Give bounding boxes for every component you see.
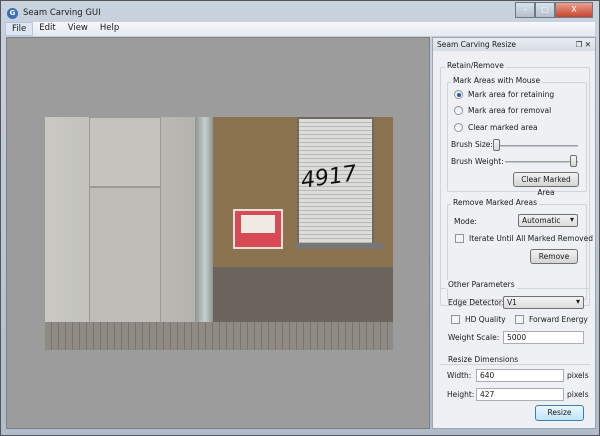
remove-marked-label: Remove Marked Areas [451,198,539,207]
radio-clear[interactable]: Clear marked area [454,123,538,132]
mode-select[interactable]: Automatic [518,214,578,227]
title-bar: G Seam Carving GUI [7,5,101,21]
panel-close-icon[interactable]: ✕ [585,40,591,49]
weight-scale-input[interactable]: 5000 [503,331,584,344]
app-window: G Seam Carving GUI – □ X File Edit View … [0,0,600,436]
brush-size-label: Brush Size: [451,140,493,149]
remove-button[interactable]: Remove [530,249,578,264]
clear-marked-area-button[interactable]: Clear Marked Area [513,172,579,197]
minimize-button[interactable]: – [515,2,535,18]
close-button[interactable]: X [555,2,593,18]
menu-bar: File Edit View Help [5,22,595,36]
mode-label: Mode: [454,217,477,226]
window-title: Seam Carving GUI [23,8,101,18]
height-label: Height: [447,390,475,399]
edge-detector-label: Edge Detector: [448,298,505,307]
radio-retain[interactable]: Mark area for retaining [454,90,554,99]
resize-dims-label: Resize Dimensions [446,355,521,364]
edge-detector-select[interactable]: V1 [503,296,584,309]
brush-weight-label: Brush Weight: [451,157,504,166]
width-label: Width: [447,371,472,380]
seam-carving-panel: Seam Carving Resize ❐ ✕ Retain/Remove Ma… [432,37,596,429]
brush-size-slider[interactable] [493,139,500,151]
forward-energy-checkbox[interactable]: Forward Energy [515,315,588,324]
weight-scale-label: Weight Scale: [448,333,500,342]
menu-edit[interactable]: Edit [33,22,61,36]
menu-help[interactable]: Help [94,22,125,36]
menu-view[interactable]: View [62,22,94,36]
mark-areas-label: Mark Areas with Mouse [451,76,543,85]
height-unit: pixels [567,390,589,399]
menu-file[interactable]: File [5,22,34,36]
image-canvas[interactable]: 4917 [6,37,430,429]
resize-button[interactable]: Resize [535,405,584,421]
hd-quality-checkbox[interactable]: HD Quality [451,315,506,324]
float-icon[interactable]: ❐ [576,40,583,49]
app-icon: G [7,7,18,19]
photo[interactable]: 4917 [45,117,393,350]
radio-removal[interactable]: Mark area for removal [454,106,551,115]
panel-title: Seam Carving Resize [437,40,517,49]
iterate-checkbox[interactable]: Iterate Until All Marked Removed [455,234,593,243]
width-input[interactable]: 640 [476,369,564,382]
width-unit: pixels [567,371,589,380]
maximize-button[interactable]: □ [535,2,555,18]
brush-weight-slider[interactable] [570,155,577,167]
other-params-label: Other Parameters [446,280,517,289]
retain-remove-label: Retain/Remove [445,61,506,70]
height-input[interactable]: 427 [476,388,564,401]
